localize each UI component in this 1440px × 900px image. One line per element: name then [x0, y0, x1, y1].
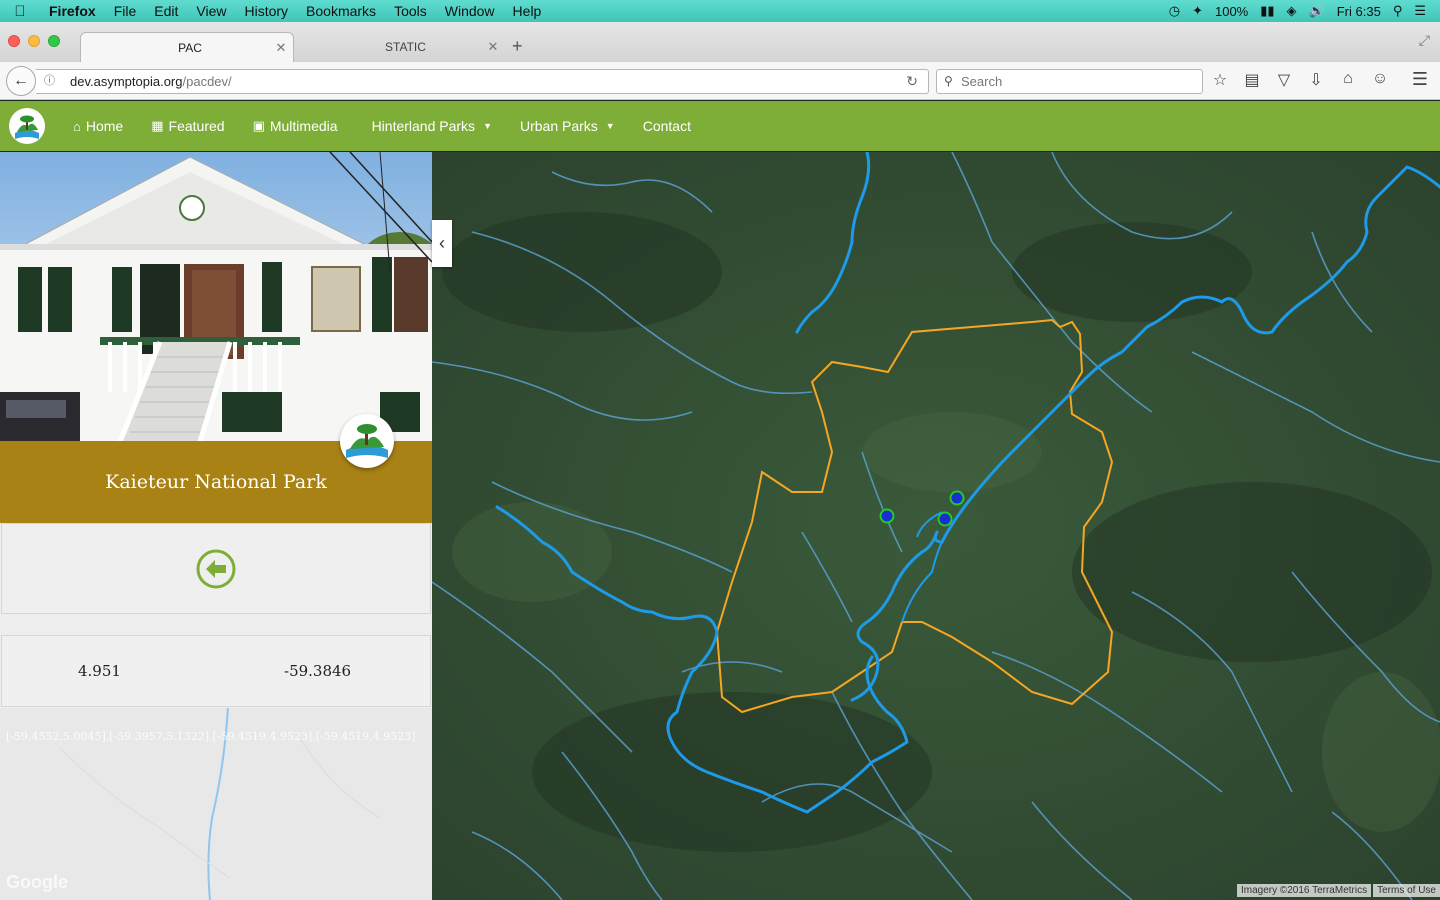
window-zoom-button[interactable] — [48, 35, 60, 47]
chat-icon[interactable]: ☺ — [1370, 70, 1390, 90]
url-path: /pacdev/ — [182, 74, 232, 89]
park-logo-badge — [340, 414, 394, 468]
map-marker — [949, 490, 965, 506]
download-icon[interactable]: ⇩ — [1306, 70, 1326, 90]
image-icon: ▣ — [252, 118, 265, 133]
menu-help[interactable]: Help — [504, 3, 551, 19]
menu-file[interactable]: File — [105, 3, 146, 19]
nav-urban-label: Urban Parks — [519, 118, 598, 134]
nav-featured[interactable]: ▦ Featured — [137, 118, 238, 134]
time-machine-icon[interactable]: ◷ — [1169, 3, 1180, 19]
search-icon: ⚲ — [944, 74, 953, 88]
back-arrow-icon: ← — [13, 72, 29, 89]
apple-icon[interactable]:  — [0, 3, 40, 20]
park-title: Kaieteur National Park — [105, 471, 327, 493]
park-office-photo — [0, 152, 432, 442]
search-placeholder: Search — [961, 74, 1003, 89]
reload-icon[interactable]: ↻ — [906, 70, 918, 93]
nav-contact-label: Contact — [642, 118, 691, 134]
nav-multimedia[interactable]: ▣ Multimedia — [239, 118, 352, 134]
tab-close-icon[interactable]: ✕ — [481, 39, 505, 55]
nav-hinterland-label: Hinterland Parks — [371, 118, 476, 134]
tab-label: PAC — [178, 40, 202, 55]
site-info-icon[interactable]: ⓘ — [44, 70, 55, 93]
nav-home-label: Home — [85, 118, 124, 134]
bluetooth-icon[interactable]: ✦ — [1192, 3, 1203, 19]
nav-contact[interactable]: Contact — [629, 118, 705, 134]
circle-arrow-left-icon[interactable] — [195, 548, 237, 590]
park-info-panel: Kaieteur National Park 4.951 -59.3846 [-… — [0, 152, 432, 900]
panel-collapse-button[interactable]: ‹ — [432, 220, 452, 267]
os-menubar:  Firefox File Edit View History Bookmar… — [0, 0, 1440, 22]
caret-down-icon: ▼ — [605, 121, 615, 131]
coordinate-string: [-59.4552,5.0045],[-59.3957,5.1322],[-59… — [6, 730, 416, 743]
map-marker — [879, 508, 895, 524]
menu-edit[interactable]: Edit — [145, 3, 187, 19]
search-input[interactable]: ⚲ Search — [936, 69, 1203, 94]
browser-tab-bar: PAC ✕ STATIC ✕ + ⤢ — [0, 22, 1440, 62]
window-minimize-button[interactable] — [28, 35, 40, 47]
reading-list-icon[interactable]: ▤ — [1242, 70, 1262, 90]
nav-featured-label: Featured — [168, 118, 225, 134]
menu-window[interactable]: Window — [436, 3, 504, 19]
window-close-button[interactable] — [8, 35, 20, 47]
pocket-icon[interactable]: ▽ — [1274, 70, 1294, 90]
bookmark-star-icon[interactable]: ☆ — [1210, 70, 1230, 90]
film-icon: ▦ — [151, 118, 164, 133]
chevron-left-icon: ‹ — [439, 233, 445, 253]
map-attribution: Imagery ©2016 TerraMetrics Terms of Use — [1236, 884, 1440, 897]
nav-multimedia-label: Multimedia — [269, 118, 338, 134]
nav-hinterland-parks[interactable]: Hinterland Parks ▼ — [358, 118, 506, 134]
satellite-map[interactable]: Imagery ©2016 TerraMetrics Terms of Use — [432, 152, 1440, 900]
new-tab-button[interactable]: + — [512, 36, 523, 57]
wifi-icon[interactable]: ◈ — [1287, 3, 1297, 19]
latitude-value: 4.951 — [78, 662, 121, 680]
home-icon: ⌂ — [73, 118, 81, 134]
menu-history[interactable]: History — [235, 3, 297, 19]
url-text[interactable]: dev.asymptopia.org/pacdev/ — [70, 70, 232, 93]
map-marker — [937, 511, 953, 527]
terms-of-use-link[interactable]: Terms of Use — [1373, 884, 1440, 897]
imagery-credit: Imagery ©2016 TerraMetrics — [1236, 884, 1372, 897]
clock[interactable]: Fri 6:35 — [1337, 4, 1381, 19]
caret-down-icon: ▼ — [483, 121, 492, 131]
home-button-icon[interactable]: ⌂ — [1338, 70, 1358, 90]
toolbar-icons: ☆ ▤ ▽ ⇩ ⌂ ☺ — [1210, 70, 1390, 90]
site-logo[interactable] — [9, 108, 45, 144]
volume-icon[interactable]: 🔊 — [1309, 3, 1325, 19]
hamburger-menu-icon[interactable]: ☰ — [1412, 69, 1428, 90]
tab-label: STATIC — [385, 40, 426, 54]
menu-bookmarks[interactable]: Bookmarks — [297, 3, 385, 19]
longitude-value: -59.3846 — [284, 662, 352, 680]
nav-home[interactable]: ⌂ Home — [59, 118, 137, 134]
url-host: dev.asymptopia.org — [70, 74, 183, 89]
menu-view[interactable]: View — [187, 3, 235, 19]
battery-percent[interactable]: 100% — [1215, 4, 1248, 19]
battery-icon[interactable]: ▮▮ — [1260, 3, 1274, 19]
back-button[interactable]: ← — [6, 66, 36, 96]
tab-pac[interactable]: PAC ✕ — [80, 32, 294, 62]
tab-close-icon[interactable]: ✕ — [269, 40, 293, 56]
menu-app-name[interactable]: Firefox — [40, 3, 105, 19]
notification-center-icon[interactable]: ☰ — [1414, 3, 1426, 19]
url-bar[interactable]: ⓘ dev.asymptopia.org/pacdev/ ↻ — [36, 69, 929, 94]
site-navbar: ⌂ Home ▦ Featured ▣ Multimedia Hinterlan… — [0, 101, 1440, 151]
browser-toolbar: ⓘ dev.asymptopia.org/pacdev/ ↻ ← ⚲ Searc… — [0, 62, 1440, 100]
google-logo[interactable]: Google — [6, 872, 68, 893]
nav-urban-parks[interactable]: Urban Parks ▼ — [506, 118, 629, 134]
coordinates-card: 4.951 -59.3846 — [1, 635, 431, 707]
back-card — [1, 523, 431, 614]
menu-tools[interactable]: Tools — [385, 3, 436, 19]
spotlight-icon[interactable]: ⚲ — [1393, 3, 1403, 19]
fullscreen-icon[interactable]: ⤢ — [1419, 32, 1430, 49]
tab-static[interactable]: STATIC ✕ — [300, 32, 505, 62]
